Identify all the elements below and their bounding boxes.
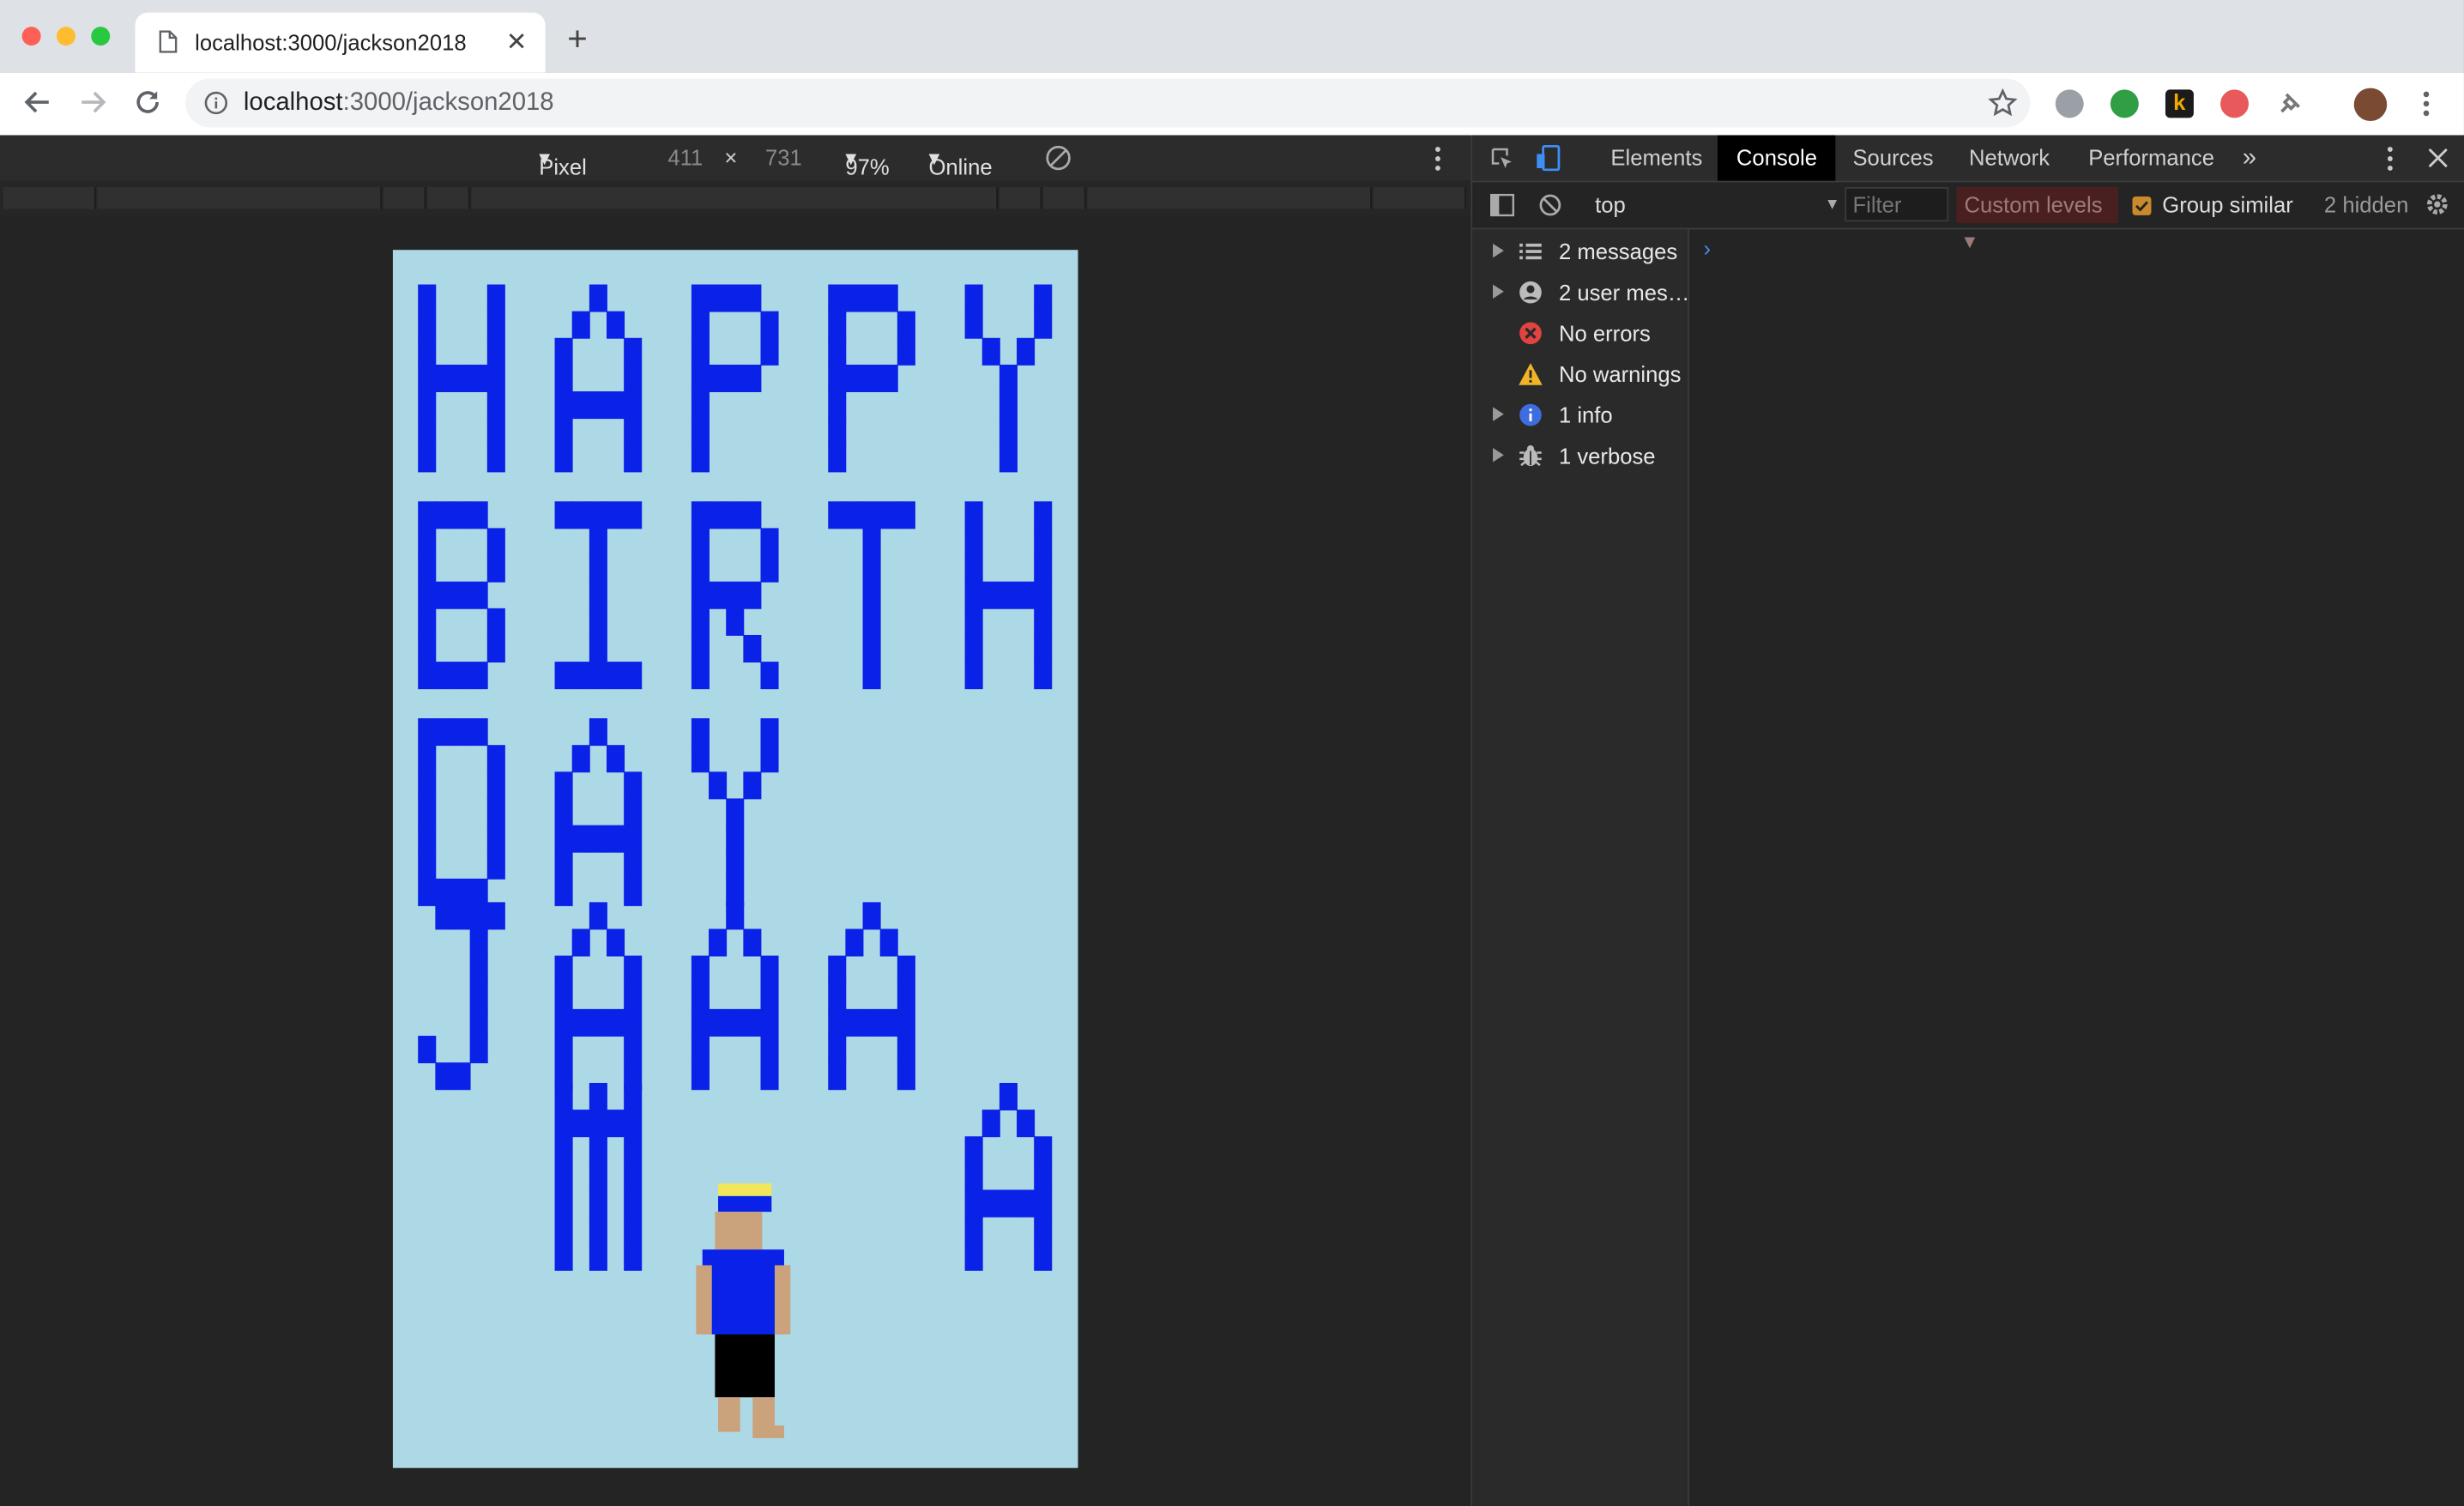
close-window-icon[interactable] bbox=[21, 27, 41, 46]
letter-i-r1c1 bbox=[554, 501, 643, 690]
tab-network[interactable]: Network bbox=[1969, 136, 2050, 181]
devtools-menu-icon[interactable] bbox=[2385, 146, 2395, 171]
devtools-tab-bar: Elements Console Sources Network Perform… bbox=[1472, 135, 2464, 183]
console-prompt[interactable]: › bbox=[1703, 236, 1711, 261]
tab-sources[interactable]: Sources bbox=[1852, 136, 1933, 181]
clear-console-icon[interactable] bbox=[1538, 193, 1561, 216]
letter-h-r0c0 bbox=[418, 284, 505, 473]
sidebar-item-errors[interactable]: No errors bbox=[1472, 312, 1688, 354]
bug-icon bbox=[1519, 445, 1542, 467]
extension-k-icon[interactable]: k bbox=[2165, 89, 2194, 118]
player-character bbox=[696, 1183, 791, 1438]
letter-b-r1c0 bbox=[418, 501, 505, 690]
back-icon[interactable] bbox=[22, 87, 54, 118]
device-width[interactable]: 411 bbox=[667, 145, 703, 170]
bookmark-star-icon[interactable] bbox=[1988, 88, 2018, 118]
tab-elements[interactable]: Elements bbox=[1610, 136, 1702, 181]
address-bar[interactable]: localhost:3000/jackson2018 bbox=[185, 78, 2031, 128]
device-toolbar: Pixel 2 ▾ 411 × 731 97% ▾ Online ▾ bbox=[0, 135, 1471, 205]
context-select[interactable]: top ▼ bbox=[1595, 182, 1846, 227]
forward-icon[interactable] bbox=[77, 87, 109, 118]
sidebar-toggle-icon[interactable] bbox=[1489, 193, 1515, 217]
browser-menu-icon[interactable] bbox=[2421, 89, 2431, 118]
tab-console[interactable]: Console bbox=[1717, 135, 1836, 181]
device-menu-icon[interactable] bbox=[1433, 146, 1442, 171]
hidden-count: 2 hidden bbox=[2323, 191, 2409, 217]
dimension-separator: × bbox=[724, 144, 738, 170]
tab-title: localhost:3000/jackson2018 bbox=[195, 29, 467, 56]
browser-tab[interactable]: localhost:3000/jackson2018 ✕ bbox=[135, 12, 546, 73]
letter-h-r1c4 bbox=[964, 501, 1053, 690]
letter-r-r1c2 bbox=[691, 501, 779, 690]
birthday-letters-canvas bbox=[418, 284, 1053, 1438]
profile-avatar[interactable] bbox=[2353, 88, 2388, 122]
media-query-ruler[interactable] bbox=[0, 180, 1471, 215]
rotate-icon[interactable] bbox=[1045, 145, 1072, 172]
filter-input[interactable] bbox=[1845, 186, 1949, 222]
console-filter-bar: top ▼ Custom levels ▾ Group similar 2 hi… bbox=[1472, 182, 2464, 253]
letter-m-r4c1 bbox=[554, 1082, 643, 1271]
extension-shield-icon[interactable] bbox=[2220, 89, 2250, 118]
group-similar-label: Group similar bbox=[2162, 191, 2293, 217]
devtools-panel: Elements Console Sources Network Perform… bbox=[1471, 135, 2464, 1506]
letter-a-r0c1 bbox=[554, 284, 643, 473]
extension-pin-icon[interactable] bbox=[2275, 89, 2304, 118]
expand-arrow-icon bbox=[1493, 407, 1504, 421]
sidebar-item-verbose[interactable]: 1 verbose bbox=[1472, 435, 1688, 476]
letter-a-r3c2 bbox=[691, 902, 779, 1091]
device-toolbar-toggle-icon[interactable] bbox=[1535, 144, 1561, 172]
group-similar-checkbox[interactable] bbox=[2132, 196, 2152, 215]
zoom-select[interactable]: 97% ▾ bbox=[845, 145, 889, 179]
tab-performance[interactable]: Performance bbox=[2088, 136, 2214, 181]
letter-a-r2c1 bbox=[554, 718, 643, 906]
letter-j-r3c0 bbox=[418, 902, 505, 1091]
letter-a-r3c3 bbox=[828, 902, 915, 1091]
letter-a-r3c1 bbox=[554, 902, 643, 1091]
game-viewport[interactable] bbox=[392, 250, 1078, 1468]
more-tabs-icon[interactable]: » bbox=[2243, 136, 2256, 181]
letter-y-r2c2 bbox=[691, 718, 779, 906]
sidebar-item-info[interactable]: 1 info bbox=[1472, 395, 1688, 436]
sidebar-item-user-messages[interactable]: 2 user mes… bbox=[1472, 272, 1689, 313]
reload-icon[interactable] bbox=[132, 87, 164, 118]
list-icon bbox=[1519, 243, 1542, 260]
close-devtools-icon[interactable] bbox=[2428, 148, 2449, 168]
expand-arrow-icon bbox=[1493, 243, 1504, 258]
user-icon bbox=[1519, 281, 1542, 304]
info-icon bbox=[1519, 403, 1542, 426]
expand-arrow-icon bbox=[1493, 284, 1504, 299]
sidebar-item-warnings[interactable]: No warnings bbox=[1472, 354, 1688, 395]
expand-arrow-icon bbox=[1493, 448, 1504, 463]
letter-d-r2c0 bbox=[418, 718, 505, 906]
url-text: localhost:3000/jackson2018 bbox=[243, 89, 554, 117]
tab-close-icon[interactable]: ✕ bbox=[506, 27, 528, 58]
site-info-icon[interactable] bbox=[204, 91, 228, 115]
console-sidebar: 2 messages 2 user mes… No errors No warn… bbox=[1472, 229, 1689, 1506]
letter-p-r0c2 bbox=[691, 284, 779, 473]
device-select[interactable]: Pixel 2 ▾ bbox=[539, 145, 587, 205]
sidebar-item-messages[interactable]: 2 messages bbox=[1472, 231, 1688, 272]
tab-strip: localhost:3000/jackson2018 ✕ + bbox=[0, 0, 2464, 73]
log-levels-select[interactable]: Custom levels ▾ bbox=[1956, 186, 2118, 253]
warning-icon bbox=[1519, 363, 1543, 385]
error-icon bbox=[1519, 322, 1542, 345]
device-height[interactable]: 731 bbox=[765, 145, 802, 170]
new-tab-icon[interactable]: + bbox=[567, 21, 588, 57]
throttle-select[interactable]: Online ▾ bbox=[928, 145, 992, 179]
letter-t-r1c3 bbox=[828, 501, 915, 690]
letter-y-r0c4 bbox=[964, 284, 1053, 473]
maximize-window-icon[interactable] bbox=[91, 27, 111, 46]
screen: localhost:3000/jackson2018 ✕ + localhost… bbox=[0, 0, 2464, 1506]
extension-compass-icon[interactable] bbox=[2055, 89, 2084, 118]
inspect-element-icon[interactable] bbox=[1489, 146, 1514, 171]
console-settings-gear-icon[interactable] bbox=[2425, 191, 2449, 216]
extension-green-icon[interactable] bbox=[2110, 89, 2139, 118]
letter-a-r4c4 bbox=[964, 1082, 1053, 1271]
browser-toolbar: localhost:3000/jackson2018 k bbox=[0, 72, 2464, 137]
document-icon bbox=[159, 30, 178, 53]
letter-p-r0c3 bbox=[828, 284, 915, 473]
minimize-window-icon[interactable] bbox=[56, 27, 75, 46]
